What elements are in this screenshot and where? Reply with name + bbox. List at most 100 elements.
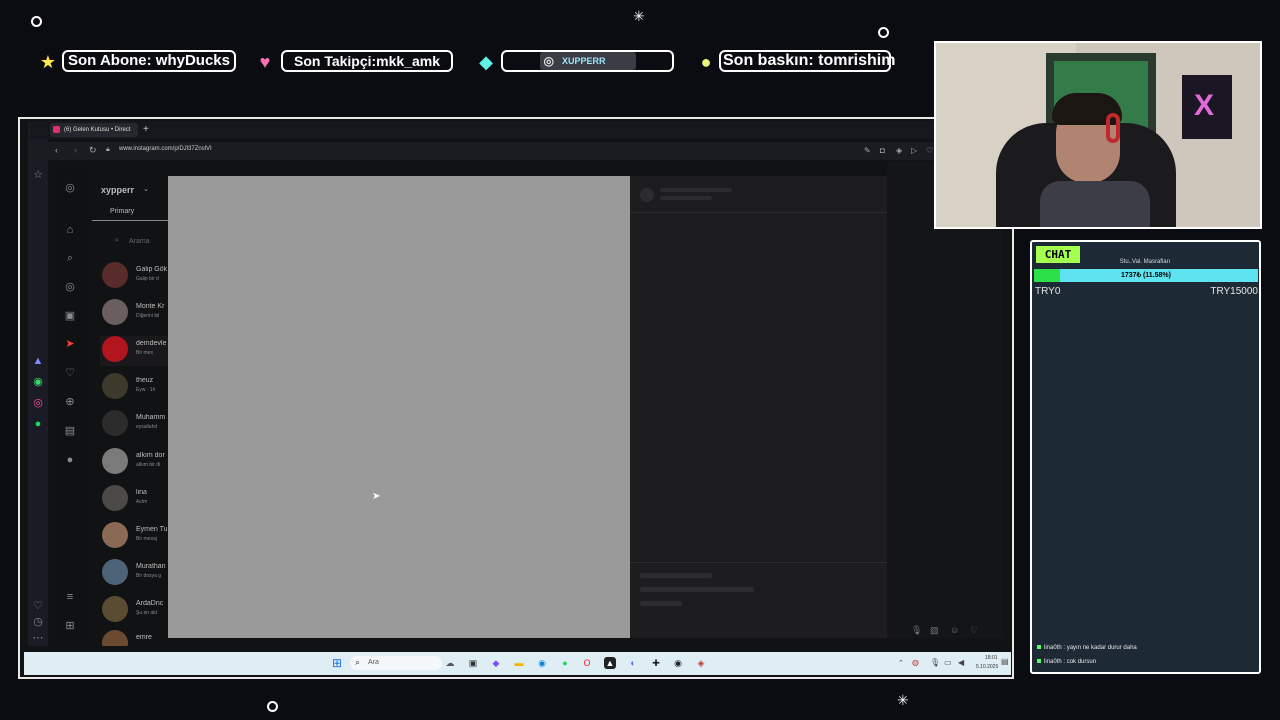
create-icon[interactable]: ⊕ <box>64 396 76 408</box>
dm-list-item[interactable]: lina Aclm <box>100 485 168 515</box>
chevron-down-icon[interactable]: ⌄ <box>143 185 149 193</box>
avatar <box>102 410 128 436</box>
instagram-sidebar-icon[interactable]: ◎ <box>32 397 44 409</box>
aria-icon[interactable]: ▲ <box>32 355 44 367</box>
post-details-panel <box>630 176 887 638</box>
messages-icon[interactable]: ➤ <box>64 338 76 350</box>
sparkle-icon: ✳ <box>897 692 909 708</box>
dm-name: demdevle <box>136 340 167 347</box>
chat-text: cok dursun <box>1066 659 1097 665</box>
post-media-placeholder[interactable] <box>168 176 630 638</box>
apps-icon[interactable]: ⊞ <box>64 620 76 632</box>
app-icon[interactable]: ▲ <box>604 657 616 669</box>
history-icon[interactable]: ◷ <box>32 616 44 628</box>
mic-tray-icon[interactable]: 🎙︎ <box>930 658 940 667</box>
dm-list-item[interactable]: demdevle Bir mes <box>100 336 168 366</box>
sparkle-icon: ✳ <box>633 8 645 24</box>
camera-icon[interactable]: ◘ <box>880 146 885 155</box>
windows-start-icon[interactable]: ⊞ <box>331 657 343 669</box>
url-field[interactable]: www.instagram.com/p/DJl37ZnslVI <box>119 146 212 152</box>
avatar <box>102 630 128 646</box>
dm-preview: Galip bir d <box>136 276 159 282</box>
dm-list-item[interactable]: theuz Eyw · 1h <box>100 373 168 403</box>
profile-icon[interactable]: ● <box>64 454 76 466</box>
microphone-icon[interactable]: 🎙︎ <box>911 625 922 636</box>
dm-list-item[interactable]: Eymen Tu Bir mesaj <box>100 522 168 552</box>
avatar <box>102 262 128 288</box>
reels-icon[interactable]: ▣ <box>64 310 76 322</box>
avatar <box>102 373 128 399</box>
more-icon[interactable]: ⋯ <box>32 632 44 644</box>
dm-preview: Bir mesaj <box>136 536 157 542</box>
instagram-favicon-icon <box>53 126 60 133</box>
instagram-logo-icon[interactable]: ◎ <box>64 182 76 194</box>
notification-icon[interactable]: ▤ <box>1001 657 1009 666</box>
dm-preview: Bir dosya g <box>136 573 162 579</box>
dm-list-item[interactable]: Galip Gök Galip bir d <box>100 262 168 292</box>
donation-goal-min: TRY0 <box>1035 286 1061 297</box>
app-icon[interactable]: ◈ <box>695 657 707 669</box>
avatar <box>102 596 128 622</box>
dashboard-icon[interactable]: ▤ <box>64 425 76 437</box>
last-raid-alert: Son baskın: tomrishim <box>719 50 895 72</box>
forward-icon[interactable]: › <box>74 145 77 155</box>
bookmark-icon[interactable]: ☆ <box>32 169 44 181</box>
sticker-icon[interactable]: ☺ <box>950 625 959 635</box>
search-nav-icon[interactable]: ⌕ <box>64 252 76 264</box>
dm-list-item[interactable]: Muhamm eysallahd <box>100 410 168 440</box>
tab-instagram-direct[interactable]: (6) Gelen Kutusu • Direct <box>50 123 138 137</box>
network-icon[interactable]: ▭ <box>944 658 952 667</box>
volume-icon[interactable]: ◀ <box>958 658 964 667</box>
last-subscriber-alert: Son Abone: whyDucks <box>62 50 236 72</box>
heart-sidebar-icon[interactable]: ♡ <box>32 600 44 612</box>
tray-app-icon[interactable]: ◍ <box>912 658 919 667</box>
spotify-icon[interactable]: ● <box>32 418 44 430</box>
dm-list-item[interactable]: Murathan Bir dosya g <box>100 559 168 589</box>
explore-icon[interactable]: ◎ <box>64 281 76 293</box>
shield-icon[interactable]: ◈ <box>896 146 902 155</box>
avatar <box>102 485 128 511</box>
dm-name: alkım dor <box>136 452 165 459</box>
spotify-taskbar-icon[interactable]: ● <box>559 657 571 669</box>
discord-icon[interactable]: ◐ <box>627 657 639 669</box>
widgets-icon[interactable]: ☁ <box>444 657 456 669</box>
account-username[interactable]: xypperr <box>101 185 134 195</box>
tab-primary[interactable]: Primary <box>110 208 134 215</box>
edit-icon[interactable]: ✎ <box>864 146 871 155</box>
reload-icon[interactable]: ↻ <box>89 145 97 156</box>
copilot-icon[interactable]: ◆ <box>490 657 502 669</box>
alert-text: Son Abone: whyDucks <box>68 52 230 69</box>
play-icon[interactable]: ▷ <box>911 146 917 155</box>
obs-icon[interactable]: ◉ <box>672 657 684 669</box>
edge-icon[interactable]: ◉ <box>536 657 548 669</box>
notifications-icon[interactable]: ♡ <box>64 367 76 379</box>
new-tab-button[interactable]: + <box>143 124 149 136</box>
decor-ring <box>267 701 278 712</box>
mouse-cursor-icon: ➤ <box>372 491 381 502</box>
image-icon[interactable]: ▨ <box>930 625 939 636</box>
dm-list-item[interactable]: emre <box>100 630 168 646</box>
menu-icon[interactable]: ≡ <box>64 591 76 603</box>
dm-list-item[interactable]: Monte Kr Diğerini bil <box>100 299 168 329</box>
heart-toolbar-icon[interactable]: ♡ <box>926 146 933 155</box>
chevron-up-icon[interactable]: ⌃ <box>898 659 904 667</box>
home-nav-icon[interactable]: ⌂ <box>64 224 76 236</box>
instagram-icon: ◎ <box>543 54 554 68</box>
clock-date[interactable]: 5.10.2025 <box>976 664 998 670</box>
chat-label: CHAT <box>1036 246 1080 263</box>
app-icon[interactable]: ✚ <box>650 657 662 669</box>
task-view-icon[interactable]: ▣ <box>467 657 479 669</box>
chat-user: lina0th <box>1044 659 1062 665</box>
opera-taskbar-icon[interactable]: O <box>581 657 593 669</box>
back-icon[interactable]: ‹ <box>55 145 58 155</box>
taskbar-search[interactable]: ⌕ Ara <box>350 656 442 670</box>
whatsapp-icon[interactable]: ◉ <box>32 376 44 388</box>
file-explorer-icon[interactable]: ▬ <box>513 657 525 669</box>
dm-list-item[interactable]: alkım dor alkım bir di <box>100 448 168 478</box>
dm-list-item[interactable]: ArdaDnc Şu an akt <box>100 596 168 626</box>
poster: X <box>1182 75 1232 139</box>
like-icon[interactable]: ♡ <box>970 625 978 636</box>
dm-search-input[interactable]: Arama <box>129 238 150 245</box>
conversation-pane <box>887 162 1003 638</box>
clock-time[interactable]: 18:01 <box>985 655 998 661</box>
